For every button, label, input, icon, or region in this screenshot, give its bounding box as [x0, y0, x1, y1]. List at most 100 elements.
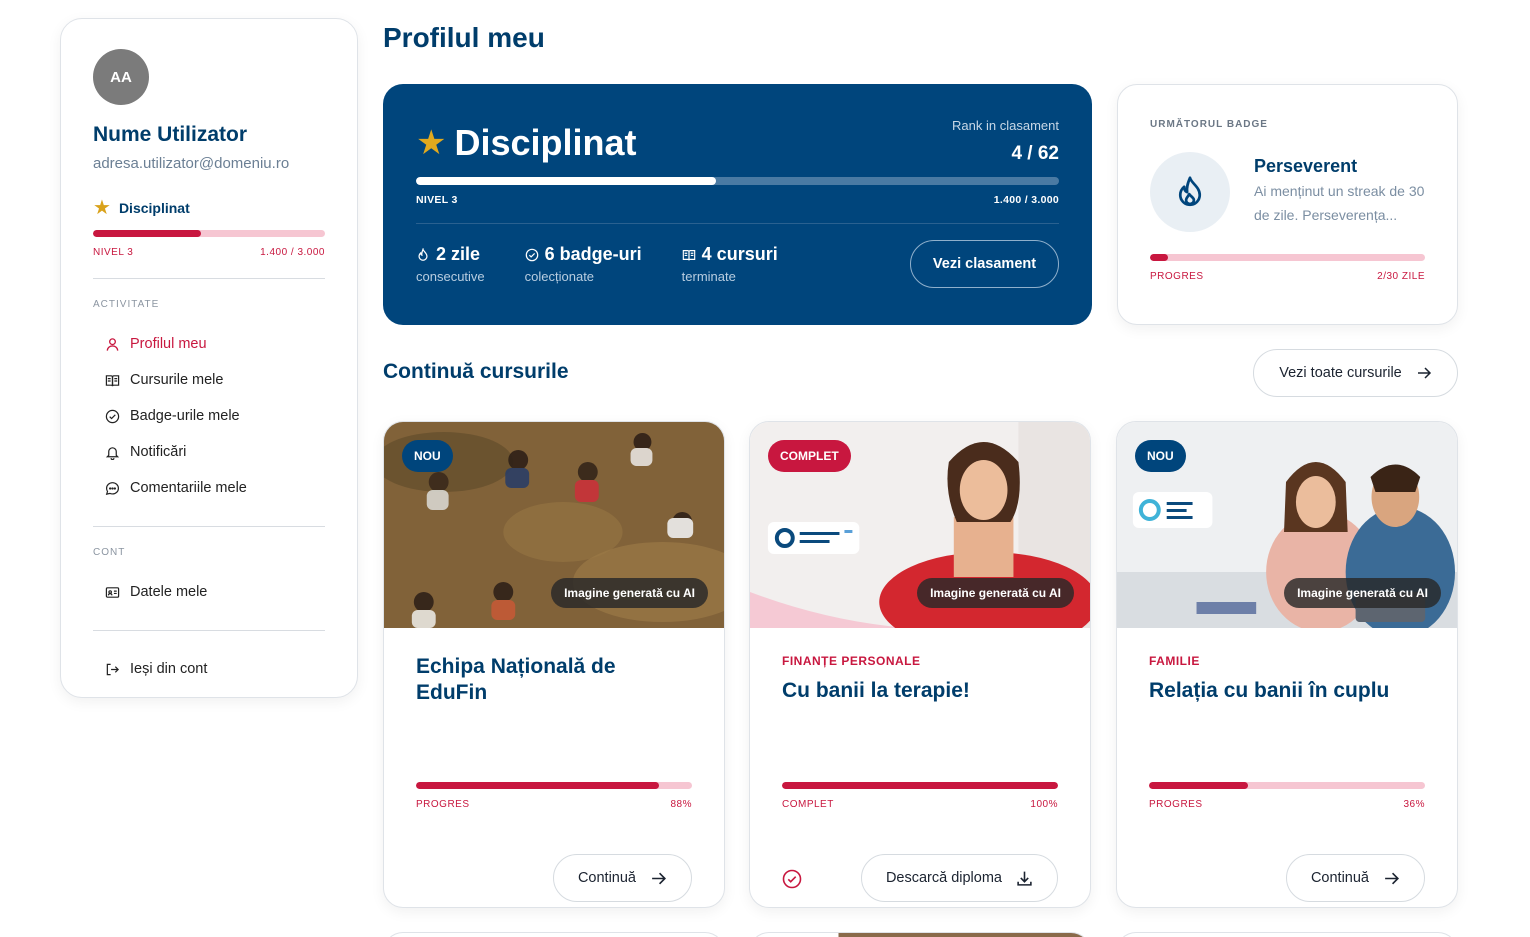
profile-sidebar: AA Nume Utilizator adresa.utilizator@dom…	[60, 18, 358, 698]
rank-value: 4 / 62	[1011, 143, 1059, 164]
course-card[interactable]: NOU Imagine generată cu AI FAMILIE Relaț…	[1116, 421, 1458, 908]
sidebar-item-label: Cursurile mele	[130, 372, 224, 388]
star-icon: ★	[93, 197, 111, 219]
id-card-icon	[105, 586, 120, 598]
hero-progress-fill	[416, 177, 717, 185]
user-rank-label: Disciplinat	[118, 200, 190, 216]
badge-check-icon	[525, 248, 538, 261]
course-tag: COMPLET	[768, 440, 851, 472]
activity-section-label: ACTIVITATE	[93, 299, 160, 310]
continue-button[interactable]: Continuă	[552, 854, 692, 902]
course-status-label: PROGRES	[416, 799, 470, 810]
rank-label: Rank in clasament	[952, 118, 1059, 133]
sidebar-item-label: Badge-urile mele	[130, 408, 240, 424]
course-card-peek	[383, 932, 725, 937]
course-progress-bar	[782, 782, 1058, 789]
course-card[interactable]: NOU Imagine generată cu AI Echipa Națion…	[383, 421, 725, 908]
sidebar-item-label: Ieși din cont	[130, 661, 208, 677]
sidebar-item-label: Profilul meu	[130, 336, 207, 352]
course-progress-fill	[782, 782, 1058, 789]
next-badge-progress-fill	[1150, 254, 1169, 261]
download-diploma-button[interactable]: Descarcă diploma	[860, 854, 1058, 902]
next-badge-progress-value: 2/30 ZILE	[1377, 271, 1425, 282]
course-progress-bar	[1149, 782, 1425, 789]
completed-check-icon	[782, 869, 802, 889]
course-image: NOU Imagine generată cu AI	[1117, 422, 1457, 628]
ai-generated-chip: Imagine generată cu AI	[1284, 578, 1441, 608]
next-badge-description: Ai menținut un streak de 30 de zile. Per…	[1254, 183, 1425, 223]
arrow-right-icon	[652, 872, 667, 884]
sidebar-item-logout[interactable]: Ieși din cont	[93, 651, 325, 687]
book-icon	[682, 249, 695, 260]
course-title: Relația cu banii în cuplu	[1149, 679, 1390, 702]
next-badge-progress-bar	[1150, 254, 1425, 261]
badge-check-icon	[105, 409, 120, 423]
next-badge-icon	[1150, 152, 1230, 232]
sidebar-item-notifications[interactable]: Notificări	[93, 434, 325, 470]
user-rank: ★ Disciplinat	[93, 198, 325, 218]
continue-label: Continuă	[1310, 870, 1369, 886]
account-section-label: CONT	[93, 547, 126, 558]
book-icon	[105, 374, 120, 386]
stat-value: 4 cursuri	[701, 244, 778, 264]
sidebar-item-courses[interactable]: Cursurile mele	[93, 362, 325, 398]
stat-label: colecționate	[524, 269, 595, 284]
user-icon	[106, 337, 119, 351]
hero-progress-bar	[416, 177, 1059, 185]
course-title: Cu banii la terapie!	[782, 679, 970, 702]
user-points: 1.400 / 3.000	[260, 247, 325, 258]
hero-rank-name: Disciplinat	[454, 122, 637, 163]
course-title: Echipa Națională de EduFin	[416, 655, 616, 705]
sidebar-item-my-data[interactable]: Datele mele	[93, 574, 325, 610]
next-badge-title: Perseverent	[1254, 156, 1358, 176]
rank-hero-card: ★ Disciplinat Rank in clasament 4 / 62 N…	[383, 84, 1092, 325]
sidebar-item-profile[interactable]: Profilul meu	[93, 326, 325, 362]
hero-progress-meta: NIVEL 3 1.400 / 3.000	[416, 194, 1059, 206]
course-card[interactable]: COMPLET Imagine generată cu AI FINANȚE P…	[749, 421, 1091, 908]
leaderboard-rank: Rank in clasament 4 / 62	[952, 118, 1059, 165]
course-status-label: COMPLET	[782, 799, 834, 810]
continue-courses-title: Continuă cursurile	[383, 360, 569, 383]
course-progress: PROGRES 88%	[416, 782, 692, 810]
logout-icon	[106, 663, 119, 675]
user-progress-meta: NIVEL 3 1.400 / 3.000	[93, 247, 325, 258]
divider	[93, 278, 325, 279]
user-progress-bar	[93, 230, 325, 237]
user-email: adresa.utilizator@domeniu.ro	[93, 155, 290, 172]
ai-generated-chip: Imagine generată cu AI	[917, 578, 1074, 608]
avatar: AA	[93, 49, 149, 105]
sidebar-item-comments[interactable]: Comentariile mele	[93, 470, 325, 506]
view-all-courses-button[interactable]: Vezi toate cursurile	[1253, 349, 1458, 397]
user-progress-fill	[93, 230, 202, 237]
ai-generated-chip: Imagine generată cu AI	[551, 578, 708, 608]
stat-value: 6 badge-uri	[544, 244, 642, 264]
hero-points: 1.400 / 3.000	[993, 194, 1059, 206]
divider	[93, 630, 325, 631]
comment-icon	[105, 481, 120, 495]
stat-courses: 4 cursuri terminate	[682, 244, 778, 284]
sidebar-item-label: Comentariile mele	[130, 480, 247, 496]
stat-badges: 6 badge-uri colecționate	[525, 244, 642, 284]
course-progress-bar	[416, 782, 692, 789]
flame-icon	[418, 247, 428, 261]
course-progress-fill	[416, 782, 659, 789]
course-image: NOU Imagine generată cu AI	[384, 422, 724, 628]
course-percent: 100%	[1030, 799, 1058, 810]
download-diploma-label: Descarcă diploma	[885, 870, 1002, 886]
sidebar-item-badges[interactable]: Badge-urile mele	[93, 398, 325, 434]
next-badge-progress-label: PROGRES	[1150, 271, 1204, 282]
stat-label: terminate	[681, 269, 736, 284]
continue-button[interactable]: Continuă	[1285, 854, 1425, 902]
course-progress-fill	[1149, 782, 1249, 789]
course-tag: NOU	[1135, 440, 1186, 472]
course-card-peek	[1116, 932, 1458, 937]
user-name: Nume Utilizator	[93, 123, 248, 146]
course-image: COMPLET Imagine generată cu AI	[750, 422, 1090, 628]
user-level: NIVEL 3	[93, 247, 134, 258]
stat-streak: 2 zile consecutive	[416, 244, 485, 284]
course-category: FINANȚE PERSONALE	[782, 654, 921, 668]
view-leaderboard-button[interactable]: Vezi clasament	[910, 240, 1059, 288]
view-all-courses-label: Vezi toate cursurile	[1279, 365, 1402, 381]
next-badge-card: URMĂTORUL BADGE Perseverent Ai menținut …	[1117, 84, 1458, 325]
next-badge-label: URMĂTORUL BADGE	[1150, 119, 1268, 130]
